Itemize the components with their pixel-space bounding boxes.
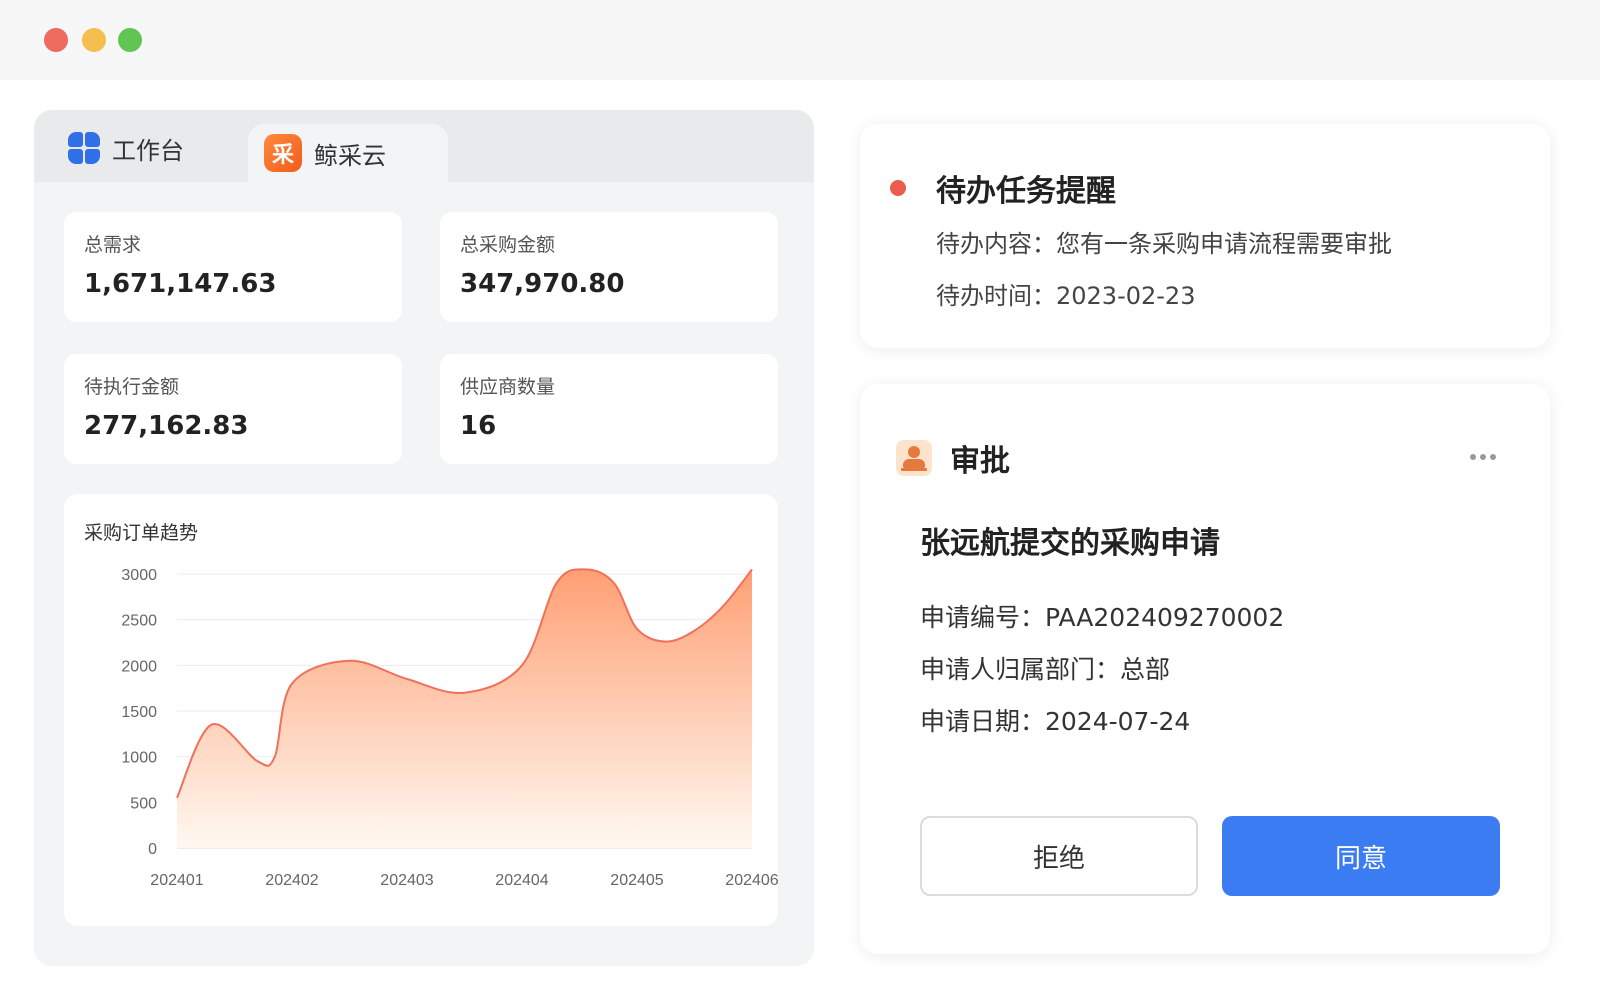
stat-value: 347,970.80: [460, 269, 625, 299]
x-tick-label: 202401: [150, 872, 203, 889]
more-options-icon[interactable]: [1470, 454, 1496, 460]
y-tick-label: 1500: [121, 704, 157, 721]
stat-card-total-demand: 总需求 1,671,147.63: [64, 212, 402, 322]
todo-content: 待办内容：您有一条采购申请流程需要审批: [936, 230, 1392, 258]
tab-jingcaiyun[interactable]: 采 鲸采云: [248, 124, 448, 182]
agree-button[interactable]: 同意: [1222, 816, 1500, 896]
application-number: 申请编号：PAA202409270002: [920, 603, 1285, 632]
approval-title: 审批: [950, 444, 1010, 479]
y-tick-label: 1000: [121, 750, 157, 767]
window-titlebar: [0, 0, 1600, 80]
trend-chart: 0 500 1000 1500 2000 2500 3000 202401 202402 2024…: [121, 567, 778, 889]
chart-title: 采购订单趋势: [84, 522, 199, 544]
y-tick-label: 2500: [121, 613, 157, 630]
tab-bar: 工作台 采 鲸采云: [34, 110, 814, 182]
close-window-button[interactable]: [44, 28, 68, 52]
y-tick-label: 3000: [121, 567, 157, 584]
todo-reminder-card[interactable]: 待办任务提醒 待办内容：您有一条采购申请流程需要审批 待办时间：2023-02-…: [860, 124, 1550, 348]
stat-card-pending-amount: 待执行金额 277,162.83: [64, 354, 402, 464]
x-tick-label: 202405: [610, 872, 663, 889]
y-tick-label: 2000: [121, 658, 157, 675]
dashboard-panel: 工作台 采 鲸采云 总需求 1,671,147.63 总采购金额 347,970…: [34, 110, 814, 966]
approval-stamp-icon: [896, 440, 932, 476]
reject-button[interactable]: 拒绝: [920, 816, 1198, 896]
minimize-window-button[interactable]: [82, 28, 106, 52]
area-fill: [177, 569, 752, 848]
stat-label: 总采购金额: [460, 234, 556, 256]
workbench-icon: [68, 132, 100, 164]
tab-workbench[interactable]: 工作台: [68, 130, 184, 166]
stat-card-total-purchase-amount: 总采购金额 347,970.80: [440, 212, 778, 322]
stat-value: 1,671,147.63: [84, 269, 277, 299]
approval-subject: 张远航提交的采购申请: [920, 526, 1220, 561]
x-tick-label: 202402: [265, 872, 318, 889]
x-tick-label: 202403: [380, 872, 433, 889]
stat-value: 16: [460, 411, 497, 441]
y-tick-label: 0: [148, 841, 157, 858]
maximize-window-button[interactable]: [118, 28, 142, 52]
purchase-order-trend-card: 0 500 1000 1500 2000 2500 3000 202401 202402 2024…: [64, 494, 778, 926]
unread-dot-icon: [890, 180, 906, 196]
stat-label: 供应商数量: [460, 376, 556, 398]
stat-label: 待执行金额: [84, 376, 180, 398]
tab-jingcaiyun-label: 鲸采云: [314, 141, 386, 170]
applicant-department: 申请人归属部门：总部: [920, 655, 1171, 684]
stat-value: 277,162.83: [84, 411, 249, 441]
x-tick-label: 202404: [495, 872, 548, 889]
todo-title: 待办任务提醒: [936, 174, 1116, 209]
y-tick-label: 500: [130, 795, 157, 812]
x-tick-label: 202406: [725, 872, 778, 889]
application-date: 申请日期：2024-07-24: [920, 707, 1191, 736]
stat-label: 总需求: [84, 234, 142, 256]
approval-card: 审批 张远航提交的采购申请 申请编号：PAA202409270002 申请人归属…: [860, 384, 1550, 954]
jingcaiyun-logo-icon: 采: [264, 134, 302, 172]
stat-card-supplier-count: 供应商数量 16: [440, 354, 778, 464]
tab-workbench-label: 工作台: [112, 136, 184, 165]
todo-time: 待办时间：2023-02-23: [936, 282, 1196, 310]
